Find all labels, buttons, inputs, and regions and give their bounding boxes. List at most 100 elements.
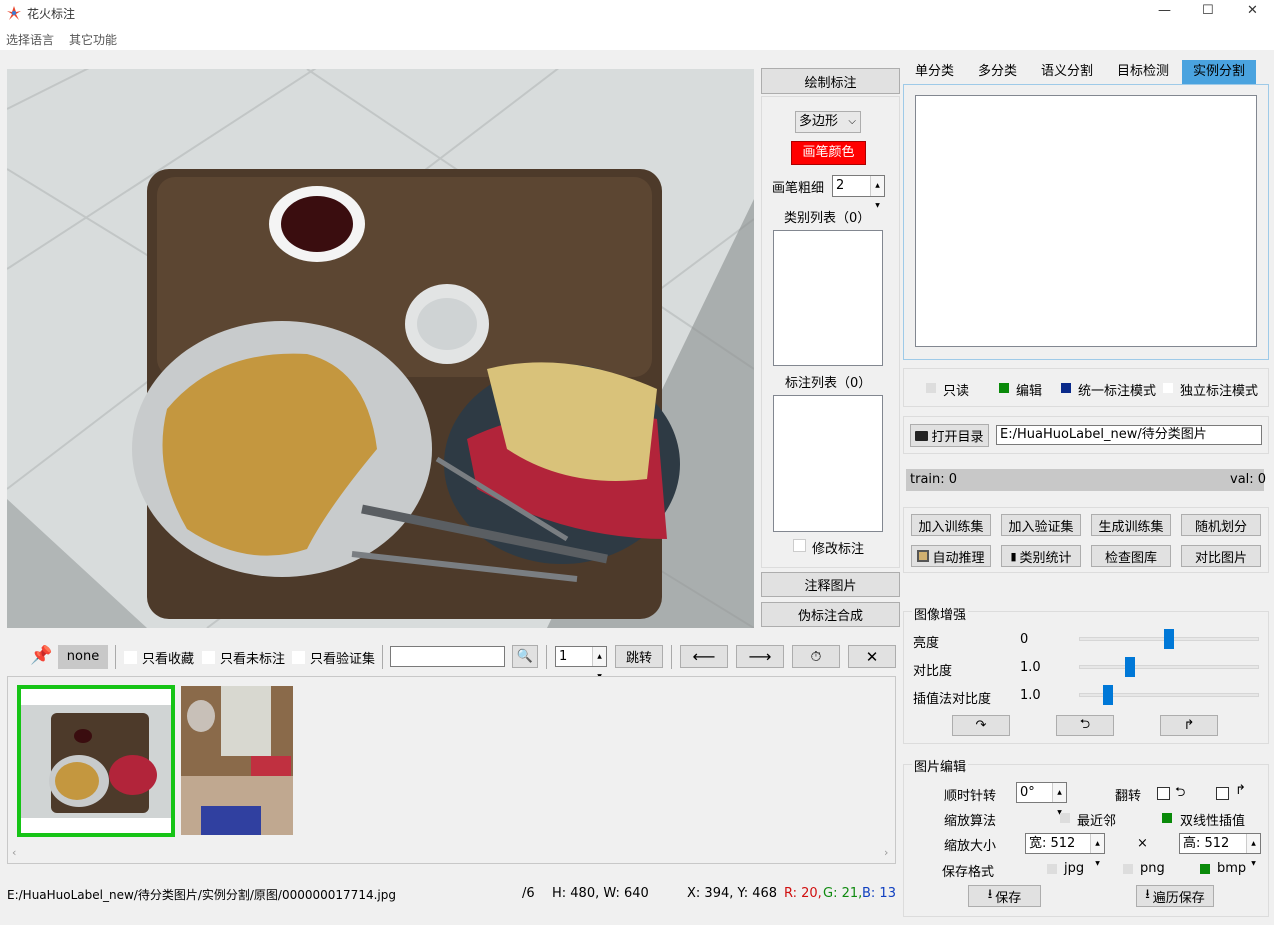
auto-infer-button[interactable]: 自动推理 [911,545,991,567]
width-spinbox[interactable]: 宽: 512 ▲ ▼ [1025,833,1105,867]
bar-chart-icon: ▮ [1010,549,1017,563]
bilinear-radio[interactable] [1162,813,1172,823]
flip-h-icon: ⮌ [1079,716,1091,732]
independent-radio[interactable] [1163,383,1173,393]
random-split-button[interactable]: 随机划分 [1181,514,1261,536]
image-canvas[interactable] [7,69,754,628]
only-fav-checkbox[interactable] [124,651,137,664]
next-image-button[interactable]: ⟶ [736,645,784,668]
edit-radio[interactable] [999,383,1009,393]
class-stats-button[interactable]: ▮ 类别统计 [1001,545,1081,567]
prev-image-button[interactable]: ⟵ [680,645,728,668]
unified-label: 统一标注模式 [1078,384,1157,399]
nearest-radio[interactable] [1060,813,1070,823]
label-list[interactable] [773,395,883,532]
flip-horizontal-button[interactable]: ⮌ [1056,715,1114,736]
nearest-label: 最近邻 [1077,814,1117,829]
open-dir-label: 打开目录 [931,430,984,445]
menu-language[interactable]: 选择语言 [6,31,54,48]
status-b: B: 13 [862,886,896,901]
flip-h-checkbox[interactable] [1157,787,1170,800]
dir-path-field[interactable]: E:/HuaHuoLabel_new/待分类图片 [996,425,1262,445]
status-g: G: 21, [823,886,863,901]
search-button[interactable]: 🔍 [512,645,538,668]
separator [115,645,116,669]
search-input[interactable] [390,646,505,667]
label-list-label: 标注列表（0） [785,376,872,391]
rotate-button[interactable]: ↷ [952,715,1010,736]
spin-arrows-icon[interactable]: ▲▼ [870,176,884,209]
tab-instance-seg[interactable]: 实例分割 [1182,60,1256,84]
class-list[interactable] [773,230,883,366]
tab-multi-class[interactable]: 多分类 [967,60,1028,84]
spin-arrows-icon[interactable]: ▲▼ [1246,834,1260,867]
thumbnail-2[interactable] [181,686,293,835]
batch-save-button[interactable]: ⭳ 遍历保存 [1136,885,1214,907]
save-button[interactable]: ⭳ 保存 [968,885,1041,907]
batch-save-label: 遍历保存 [1152,890,1205,906]
arrow-right-icon: ⟶ [748,647,772,666]
annotate-image-button[interactable]: 注释图片 [761,572,900,597]
png-radio[interactable] [1123,864,1133,874]
jpg-radio[interactable] [1047,864,1057,874]
open-dir-button[interactable]: 打开目录 [910,424,989,447]
menu-other[interactable]: 其它功能 [69,31,117,48]
class-buttons-area[interactable] [915,95,1257,347]
page-spinbox[interactable]: 1 ▲▼ [555,646,607,680]
tab-semantic-seg[interactable]: 语义分割 [1030,60,1104,84]
size-label: 缩放大小 [944,839,997,854]
bmp-radio[interactable] [1200,864,1210,874]
page-value: 1 [559,649,568,664]
add-val-button[interactable]: 加入验证集 [1001,514,1081,536]
thumbnail-selected[interactable] [17,685,175,837]
class-list-label: 类别列表（0） [784,211,871,226]
pseudo-label-button[interactable]: 伪标注合成 [761,602,900,627]
horizontal-scrollbar[interactable]: ‹ › [8,846,895,863]
readonly-radio[interactable] [926,383,936,393]
maximize-button[interactable]: ☐ [1202,3,1214,18]
spin-arrows-icon[interactable]: ▲▼ [1090,834,1104,867]
height-spinbox[interactable]: 高: 512 ▲ ▼ [1179,833,1261,867]
val-count: val: 0 [1230,472,1267,487]
contrast-slider[interactable] [1079,665,1259,669]
chip-icon [917,550,930,562]
minimize-button[interactable]: — [1158,3,1171,18]
jump-button[interactable]: 跳转 [615,645,663,668]
title-bar: 花火标注 — ☐ ✕ [0,0,1274,26]
flip-v-small-icon: ↱ [1235,783,1246,798]
unified-radio[interactable] [1061,383,1071,393]
add-train-button[interactable]: 加入训练集 [911,514,991,536]
close-button[interactable]: ✕ [1247,3,1258,18]
check-gallery-button[interactable]: 检查图库 [1091,545,1171,567]
delete-image-button[interactable]: ✕ [848,645,896,668]
flip-vertical-button[interactable]: ↱ [1160,715,1218,736]
modify-label-text: 修改标注 [812,542,865,557]
draw-annotation-button[interactable]: 绘制标注 [761,68,900,94]
pen-color-button[interactable]: 画笔颜色 [791,141,866,165]
scroll-left-icon[interactable]: ‹ [12,846,16,859]
tab-object-detect[interactable]: 目标检测 [1106,60,1180,84]
none-tag[interactable]: none [58,645,108,669]
spin-arrows-icon[interactable]: ▲▼ [1052,783,1066,816]
contrast-slider-thumb[interactable] [1124,657,1135,677]
spin-arrows-icon[interactable]: ▲▼ [592,647,606,680]
only-unlabeled-checkbox[interactable] [202,651,215,664]
auto-infer-label: 自动推理 [932,550,985,566]
gen-train-button[interactable]: 生成训练集 [1091,514,1171,536]
compare-button[interactable]: 对比图片 [1181,545,1261,567]
scroll-right-icon[interactable]: › [884,846,888,859]
train-val-bar [906,469,1264,491]
app-logo-icon [7,6,21,20]
shape-select[interactable]: 多边形 ⌵ [795,111,861,133]
pin-icon[interactable]: 📌 [30,645,52,666]
only-val-checkbox[interactable] [292,651,305,664]
interp-slider-thumb[interactable] [1102,685,1113,705]
tab-single-class[interactable]: 单分类 [904,60,965,84]
timer-button[interactable]: ⏱ [792,645,840,668]
brightness-slider-thumb[interactable] [1164,629,1174,649]
arrow-left-icon: ⟵ [692,647,716,666]
rotate-spinbox[interactable]: 0° ▲▼ [1016,782,1067,816]
pen-width-spinbox[interactable]: 2 ▲ ▼ [832,175,885,209]
flip-v-checkbox[interactable] [1216,787,1229,800]
modify-label-checkbox[interactable] [793,539,806,552]
